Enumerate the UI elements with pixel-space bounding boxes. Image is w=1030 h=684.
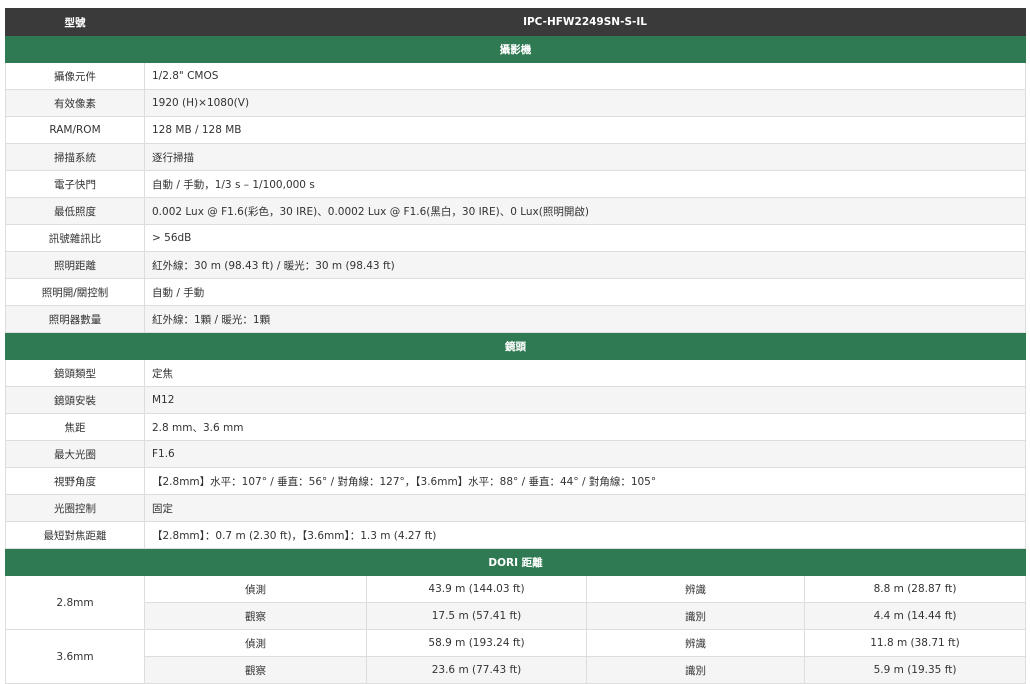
spec-label: 視野角度 (5, 467, 145, 495)
spec-label: 攝像元件 (5, 62, 145, 90)
spec-row: RAM/ROM 128 MB / 128 MB (5, 116, 1027, 144)
section-title: 鏡頭 (4, 332, 1027, 360)
dori-metric-value: 17.5 m (57.41 ft) (366, 602, 587, 630)
spec-row: 最短對焦距離 【2.8mm】：0.7 m (2.30 ft)，【3.6mm】：1… (5, 521, 1027, 549)
spec-value: F1.6 (143, 440, 1027, 468)
spec-value: 定焦 (143, 359, 1027, 387)
spec-row: 有效像素 1920 (H)×1080(V) (5, 89, 1027, 117)
spec-row: 鏡頭安裝 M12 (5, 386, 1027, 414)
dori-metric-label: 偵測 (144, 575, 367, 603)
section-header-lens: 鏡頭 (4, 332, 1027, 360)
dori-metric-value: 23.6 m (77.43 ft) (366, 656, 587, 684)
dori-metric-label: 觀察 (144, 656, 367, 684)
spec-row: 光圈控制 固定 (5, 494, 1027, 522)
spec-row: 照明距離 紅外線：30 m (98.43 ft) / 暖光：30 m (98.4… (5, 251, 1027, 279)
spec-label: 最大光圈 (5, 440, 145, 468)
spec-row: 掃描系統 逐行掃描 (5, 143, 1027, 171)
section-header-dori: DORI 距離 (4, 548, 1027, 576)
dori-metric-label: 辨識 (586, 575, 805, 603)
spec-value: 逐行掃描 (143, 143, 1027, 171)
spec-label: 訊號雜訊比 (5, 224, 145, 252)
spec-label: 鏡頭安裝 (5, 386, 145, 414)
spec-value: 1/2.8" CMOS (143, 62, 1027, 90)
spec-label: 照明開/關控制 (5, 278, 145, 306)
dori-metric-label: 識別 (586, 656, 805, 684)
spec-value: 紅外線：30 m (98.43 ft) / 暖光：30 m (98.43 ft) (143, 251, 1027, 279)
dori-lens-label: 2.8mm (5, 575, 145, 630)
dori-metric-label: 觀察 (144, 602, 367, 630)
spec-label: 照明器數量 (5, 305, 145, 333)
section-title: 攝影機 (4, 35, 1027, 63)
spec-row: 攝像元件 1/2.8" CMOS (5, 62, 1027, 90)
section-header-camera: 攝影機 (4, 35, 1027, 63)
spec-label: 光圈控制 (5, 494, 145, 522)
dori-metric-label: 偵測 (144, 629, 367, 657)
spec-value: 【2.8mm】：0.7 m (2.30 ft)，【3.6mm】：1.3 m (4… (143, 521, 1027, 549)
dori-row: 觀察 23.6 m (77.43 ft) 識別 5.9 m (19.35 ft) (6, 656, 1027, 684)
dori-metric-value: 8.8 m (28.87 ft) (803, 575, 1027, 603)
spec-row: 照明器數量 紅外線：1顆 / 暖光：1顆 (5, 305, 1027, 333)
model-header-row: 型號 IPC-HFW2249SN-S-IL (5, 8, 1027, 36)
spec-value: 0.002 Lux @ F1.6(彩色，30 IRE)、0.0002 Lux @… (143, 197, 1027, 225)
spec-row: 照明開/關控制 自動 / 手動 (5, 278, 1027, 306)
spec-label: 最低照度 (5, 197, 145, 225)
spec-value: 1920 (H)×1080(V) (143, 89, 1027, 117)
dori-row: 觀察 17.5 m (57.41 ft) 識別 4.4 m (14.44 ft) (6, 602, 1027, 630)
spec-label: 鏡頭類型 (5, 359, 145, 387)
spec-row: 鏡頭類型 定焦 (5, 359, 1027, 387)
spec-value: 紅外線：1顆 / 暖光：1顆 (143, 305, 1027, 333)
spec-value: 自動 / 手動，1/3 s – 1/100,000 s (143, 170, 1027, 198)
spec-label: 最短對焦距離 (5, 521, 145, 549)
section-title: DORI 距離 (4, 548, 1027, 576)
spec-value: 【2.8mm】水平：107° / 垂直：56° / 對角線：127°，【3.6m… (143, 467, 1027, 495)
spec-label: 掃描系統 (5, 143, 145, 171)
dori-metric-value: 43.9 m (144.03 ft) (366, 575, 587, 603)
spec-label: 焦距 (5, 413, 145, 441)
dori-metric-label: 辨識 (586, 629, 805, 657)
model-label: 型號 (5, 8, 145, 36)
spec-row: 最低照度 0.002 Lux @ F1.6(彩色，30 IRE)、0.0002 … (5, 197, 1027, 225)
spec-row: 最大光圈 F1.6 (5, 440, 1027, 468)
spec-row: 訊號雜訊比 > 56dB (5, 224, 1027, 252)
dori-lens-label: 3.6mm (5, 629, 145, 684)
spec-label: 照明距離 (5, 251, 145, 279)
spec-label: 電子快門 (5, 170, 145, 198)
dori-metric-value: 5.9 m (19.35 ft) (803, 656, 1027, 684)
dori-metric-value: 4.4 m (14.44 ft) (803, 602, 1027, 630)
spec-value: 2.8 mm、3.6 mm (143, 413, 1027, 441)
spec-value: 自動 / 手動 (143, 278, 1027, 306)
dori-row: 3.6mm 偵測 58.9 m (193.24 ft) 辨識 11.8 m (3… (5, 629, 1027, 684)
spec-value: 128 MB / 128 MB (143, 116, 1027, 144)
spec-row: 電子快門 自動 / 手動，1/3 s – 1/100,000 s (5, 170, 1027, 198)
spec-value: > 56dB (143, 224, 1027, 252)
dori-metric-label: 識別 (586, 602, 805, 630)
dori-metric-value: 11.8 m (38.71 ft) (803, 629, 1027, 657)
spec-table: 型號 IPC-HFW2249SN-S-IL 攝影機 攝像元件 1/2.8" CM… (4, 8, 1027, 684)
spec-row: 焦距 2.8 mm、3.6 mm (5, 413, 1027, 441)
dori-metric-value: 58.9 m (193.24 ft) (366, 629, 587, 657)
spec-label: RAM/ROM (5, 116, 145, 144)
spec-value: M12 (143, 386, 1027, 414)
spec-row: 視野角度 【2.8mm】水平：107° / 垂直：56° / 對角線：127°，… (5, 467, 1027, 495)
model-name: IPC-HFW2249SN-S-IL (143, 8, 1027, 36)
spec-label: 有效像素 (5, 89, 145, 117)
spec-value: 固定 (143, 494, 1027, 522)
dori-row: 2.8mm 偵測 43.9 m (144.03 ft) 辨識 8.8 m (28… (5, 575, 1027, 630)
